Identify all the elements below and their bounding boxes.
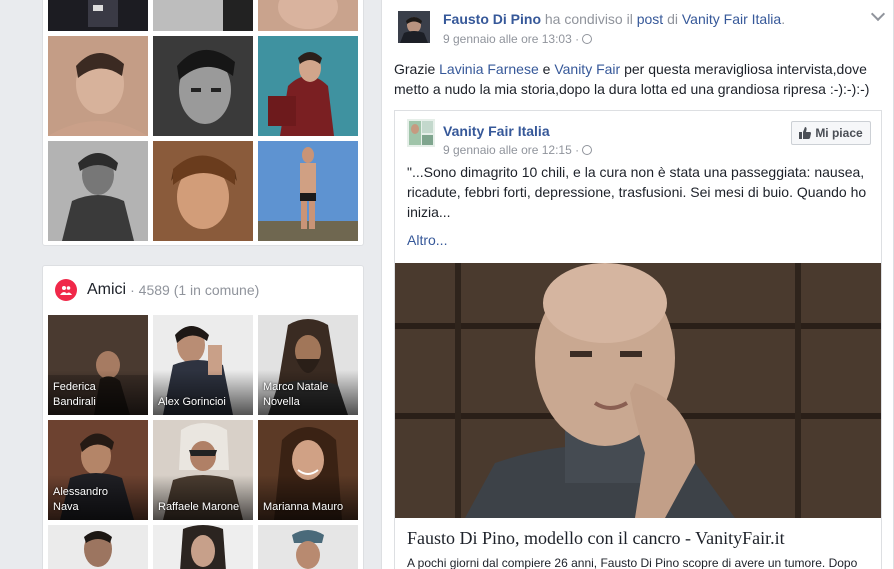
link-preview-image[interactable] bbox=[395, 263, 881, 518]
thumbs-up-icon bbox=[799, 127, 812, 139]
friends-icon bbox=[55, 279, 77, 301]
friends-title[interactable]: Amici bbox=[87, 281, 126, 299]
shared-text: "...Sono dimagrito 10 chili, e la cura n… bbox=[407, 164, 867, 220]
friends-count: · 4589 (1 in comune) bbox=[130, 282, 260, 298]
link-description: A pochi giorni dal compiere 26 anni, Fau… bbox=[407, 556, 858, 569]
feed-post: Fausto Di Pino ha condiviso il post di V… bbox=[381, 0, 894, 569]
friend-name: Raffaele Marone bbox=[158, 501, 240, 513]
friend-tile[interactable]: Marco Natale Novella bbox=[258, 315, 358, 415]
globe-icon bbox=[582, 145, 593, 155]
friend-tile[interactable]: Alessandro Nava bbox=[48, 420, 148, 520]
photo-thumb[interactable] bbox=[48, 0, 148, 31]
photo-thumb[interactable] bbox=[153, 0, 253, 31]
photos-card bbox=[42, 0, 364, 246]
photo-thumb[interactable] bbox=[153, 141, 253, 241]
photo-thumb[interactable] bbox=[258, 141, 358, 241]
friend-name: Alex Gorincioi bbox=[158, 396, 226, 408]
friends-card: Amici · 4589 (1 in comune) Federica Bandi… bbox=[42, 265, 364, 569]
friend-tile[interactable]: Marianna Mauro bbox=[258, 420, 358, 520]
photo-thumb[interactable] bbox=[153, 36, 253, 136]
like-page-button[interactable]: Mi piace bbox=[791, 121, 871, 145]
friend-name: Federica Bandirali bbox=[53, 381, 96, 408]
photo-thumb[interactable] bbox=[258, 36, 358, 136]
link-title[interactable]: Fausto Di Pino, modello con il cancro - … bbox=[407, 528, 785, 549]
photo-thumb[interactable] bbox=[258, 0, 358, 31]
friend-name: Marianna Mauro bbox=[263, 501, 344, 513]
post-timestamp[interactable]: 9 gennaio alle ore 13:03 · bbox=[443, 32, 593, 46]
friend-tile[interactable]: Raffaele Marone bbox=[153, 420, 253, 520]
friend-name: Alessandro Nava bbox=[53, 486, 109, 513]
see-more-link[interactable]: Altro... bbox=[407, 232, 447, 248]
post-header: Fausto Di Pino ha condiviso il post di V… bbox=[443, 11, 786, 27]
friend-tile[interactable]: Federica Bandirali bbox=[48, 315, 148, 415]
photo-thumb[interactable] bbox=[48, 141, 148, 241]
shared-post: Vanity Fair Italia 9 gennaio alle ore 12… bbox=[394, 110, 882, 569]
friends-header[interactable]: Amici · 4589 (1 in comune) bbox=[55, 278, 259, 302]
mention-link[interactable]: Vanity Fair bbox=[554, 61, 620, 77]
friend-tile[interactable] bbox=[258, 525, 358, 569]
post-text: Grazie Lavinia Farnese e Vanity Fair per… bbox=[394, 61, 870, 97]
friend-tile[interactable]: Alex Gorincioi bbox=[153, 315, 253, 415]
shared-timestamp[interactable]: 9 gennaio alle ore 12:15 · bbox=[443, 143, 593, 157]
mention-link[interactable]: Lavinia Farnese bbox=[439, 61, 539, 77]
author-avatar[interactable] bbox=[398, 11, 430, 43]
page-avatar[interactable] bbox=[407, 119, 435, 147]
friend-tile[interactable] bbox=[48, 525, 148, 569]
friend-name: Marco Natale Novella bbox=[263, 381, 329, 408]
shared-page-name[interactable]: Vanity Fair Italia bbox=[443, 123, 550, 139]
page-link[interactable]: Vanity Fair Italia bbox=[682, 11, 781, 27]
friend-tile[interactable] bbox=[153, 525, 253, 569]
globe-icon bbox=[582, 34, 593, 44]
shared-post-link[interactable]: post bbox=[637, 11, 663, 27]
photo-thumb[interactable] bbox=[48, 36, 148, 136]
author-name[interactable]: Fausto Di Pino bbox=[443, 11, 541, 27]
chevron-down-icon[interactable] bbox=[870, 6, 886, 22]
